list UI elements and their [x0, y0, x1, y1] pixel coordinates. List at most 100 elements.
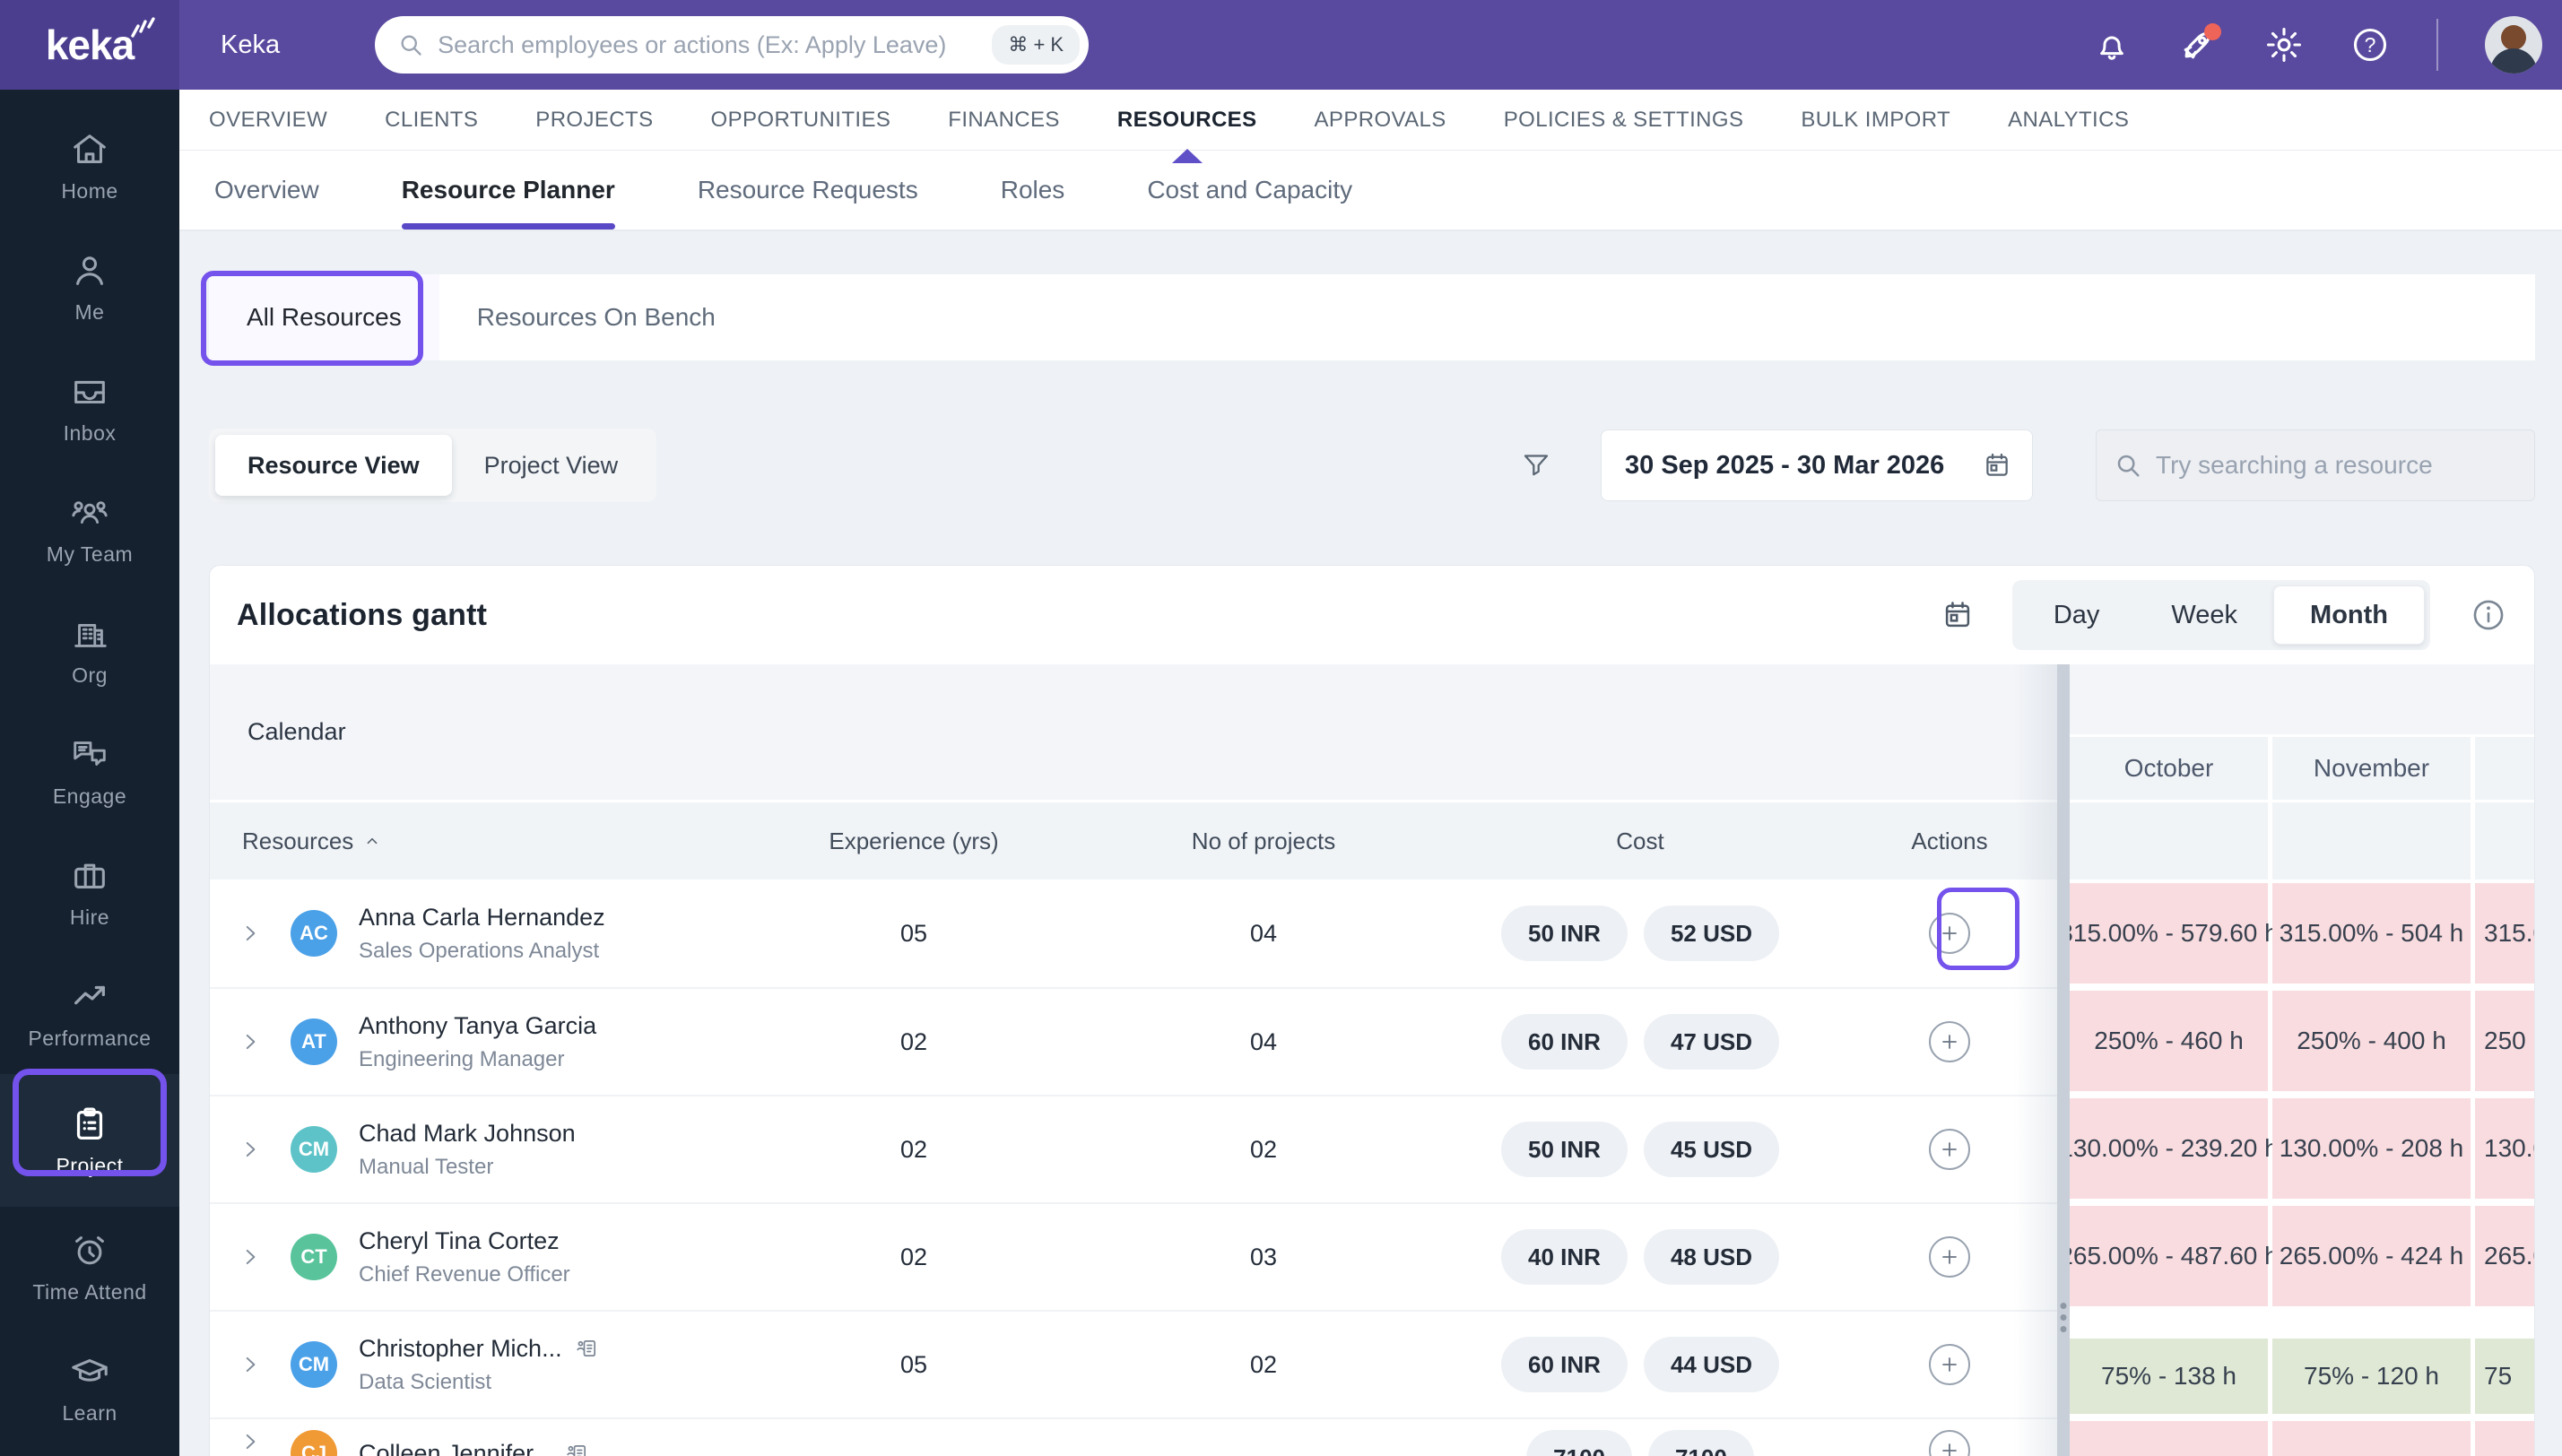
projects-value: 04 — [1249, 1027, 1278, 1055]
resource-search[interactable] — [2096, 429, 2535, 501]
me-icon — [76, 256, 103, 285]
tab-resources[interactable]: RESOURCES — [1117, 90, 1257, 150]
pane-resize-handle[interactable] — [2057, 664, 2070, 1456]
allocation-cell[interactable]: 315.00% - 504 h — [2272, 883, 2471, 984]
subtab-resource-planner[interactable]: Resource Planner — [401, 151, 615, 230]
tab-bulk-import[interactable]: BULK IMPORT — [1801, 90, 1950, 150]
search-icon — [401, 35, 421, 56]
header-projects: No of projects — [1191, 827, 1336, 854]
allocation-cell[interactable]: 265.00% - 424 h — [2272, 1206, 2471, 1306]
cost-inr-pill: 7100 — [1526, 1430, 1632, 1456]
tab-overview[interactable]: OVERVIEW — [209, 90, 327, 150]
svg-text:?: ? — [2365, 33, 2376, 56]
project-view-button[interactable]: Project View — [452, 435, 651, 496]
global-search[interactable]: ⌘ + K — [375, 16, 1090, 74]
drag-dots-icon — [2060, 1303, 2067, 1332]
expand-row-chevron[interactable] — [210, 1430, 291, 1453]
expand-row-chevron[interactable] — [210, 1245, 291, 1269]
scale-week-button[interactable]: Week — [2135, 585, 2273, 645]
resource-name[interactable]: Chad Mark Johnson — [359, 1120, 576, 1148]
sidebar-item-inbox[interactable]: Inbox — [0, 348, 179, 469]
sidebar-item-home[interactable]: Home — [0, 106, 179, 227]
sidebar-item-hire[interactable]: Hire — [0, 832, 179, 953]
sidebar-item-org[interactable]: Org — [0, 590, 179, 711]
add-allocation-button[interactable] — [1929, 1129, 1970, 1170]
resource-name[interactable]: Anna Carla Hernandez — [359, 904, 605, 932]
scale-day-button[interactable]: Day — [2018, 585, 2136, 645]
whats-new-rocket-icon[interactable] — [2178, 23, 2221, 65]
allocation-cell[interactable] — [2475, 1421, 2534, 1456]
add-allocation-button[interactable] — [1929, 1344, 1970, 1385]
sidebar-item-performance[interactable]: Performance — [0, 953, 179, 1074]
sidebar-item-learn[interactable]: Learn — [0, 1328, 179, 1449]
resource-name[interactable]: Cheryl Tina Cortez — [359, 1227, 560, 1255]
header-actions: Actions — [1911, 827, 1988, 854]
sidebar-item-me[interactable]: Me — [0, 227, 179, 348]
cost-usd-pill: 47 USD — [1643, 1014, 1779, 1070]
allocation-cell[interactable]: 250% - 460 h — [2070, 991, 2268, 1091]
learn-icon — [72, 1359, 108, 1382]
sidebar-item-engage[interactable]: Engage — [0, 711, 179, 832]
tab-clients[interactable]: CLIENTS — [385, 90, 478, 150]
sidebar-item-my-team[interactable]: My Team — [0, 469, 179, 590]
add-allocation-button[interactable] — [1929, 1021, 1970, 1062]
expand-row-chevron[interactable] — [210, 922, 291, 945]
subtab-resource-requests[interactable]: Resource Requests — [698, 151, 918, 230]
keka-logo[interactable]: keka — [0, 0, 179, 90]
sidebar-item-time-attend[interactable]: Time Attend — [0, 1207, 179, 1328]
add-allocation-button[interactable] — [1929, 913, 1970, 954]
allocation-cell[interactable]: 75 — [2475, 1339, 2534, 1414]
gantt-row: 250% - 460 h 250% - 400 h 250 — [2070, 987, 2534, 1095]
expand-row-chevron[interactable] — [210, 1353, 291, 1376]
calendar-icon[interactable] — [1941, 598, 1975, 632]
allocation-cell[interactable]: 250% - 400 h — [2272, 991, 2471, 1091]
tab-approvals[interactable]: APPROVALS — [1315, 90, 1446, 150]
tab-opportunities[interactable]: OPPORTUNITIES — [711, 90, 891, 150]
add-allocation-button[interactable] — [1929, 1430, 1970, 1456]
notifications-bell-icon[interactable] — [2092, 25, 2132, 65]
allocation-cell[interactable]: 265.00 — [2475, 1206, 2534, 1306]
info-icon[interactable] — [2470, 596, 2507, 634]
allocation-cell[interactable]: 130.00% - 208 h — [2272, 1098, 2471, 1199]
header-resources[interactable]: Resources — [210, 828, 739, 855]
tab-finances[interactable]: FINANCES — [948, 90, 1060, 150]
resource-role: Data Scientist — [359, 1369, 492, 1394]
allocation-cell[interactable]: 75% - 120 h — [2272, 1339, 2471, 1414]
cost-usd-pill: 45 USD — [1643, 1122, 1779, 1177]
user-avatar[interactable] — [2485, 16, 2542, 74]
allocation-cell[interactable]: 315.00% - 579.60 h — [2070, 883, 2279, 984]
tab-projects[interactable]: PROJECTS — [535, 90, 653, 150]
projects-value: 04 — [1249, 919, 1278, 947]
filter-icon[interactable] — [1520, 449, 1552, 481]
resource-name[interactable]: Colleen Jennifer... — [359, 1440, 552, 1456]
resource-name[interactable]: Christopher Mich... — [359, 1335, 562, 1363]
resource-name[interactable]: Anthony Tanya Garcia — [359, 1012, 596, 1040]
tab-policies-settings[interactable]: POLICIES & SETTINGS — [1504, 90, 1744, 150]
allocation-cell[interactable]: 250 — [2475, 991, 2534, 1091]
resource-view-button[interactable]: Resource View — [215, 435, 452, 496]
date-range-picker[interactable]: 30 Sep 2025 - 30 Mar 2026 — [1601, 429, 2033, 501]
settings-gear-icon[interactable] — [2264, 25, 2304, 65]
help-icon[interactable]: ? — [2350, 25, 2390, 65]
subtab-roles[interactable]: Roles — [1001, 151, 1065, 230]
allocation-cell[interactable] — [2070, 1421, 2268, 1456]
gantt-row: 75% - 138 h 75% - 120 h 75 — [2070, 1310, 2534, 1417]
sidebar-item-project[interactable]: Project — [0, 1074, 179, 1207]
tab-resources-on-bench[interactable]: Resources On Bench — [439, 274, 753, 360]
expand-row-chevron[interactable] — [210, 1138, 291, 1161]
subtab-overview[interactable]: Overview — [214, 151, 319, 230]
experience-value: 02 — [899, 1135, 928, 1163]
resource-search-input[interactable] — [2156, 451, 2516, 480]
global-search-input[interactable] — [438, 30, 993, 59]
tab-analytics[interactable]: ANALYTICS — [2008, 90, 2129, 150]
scale-month-button[interactable]: Month — [2273, 585, 2425, 645]
tab-all-resources[interactable]: All Resources — [209, 274, 439, 360]
allocation-cell[interactable]: 75% - 138 h — [2070, 1339, 2268, 1414]
add-allocation-button[interactable] — [1929, 1236, 1970, 1278]
allocation-cell[interactable] — [2272, 1421, 2471, 1456]
allocation-cell[interactable]: 130.00 — [2475, 1098, 2534, 1199]
allocation-cell[interactable]: 265.00% - 487.60 h — [2070, 1206, 2279, 1306]
allocation-cell[interactable]: 315.00 — [2475, 883, 2534, 984]
allocation-cell[interactable]: 130.00% - 239.20 h — [2070, 1098, 2279, 1199]
expand-row-chevron[interactable] — [210, 1030, 291, 1053]
